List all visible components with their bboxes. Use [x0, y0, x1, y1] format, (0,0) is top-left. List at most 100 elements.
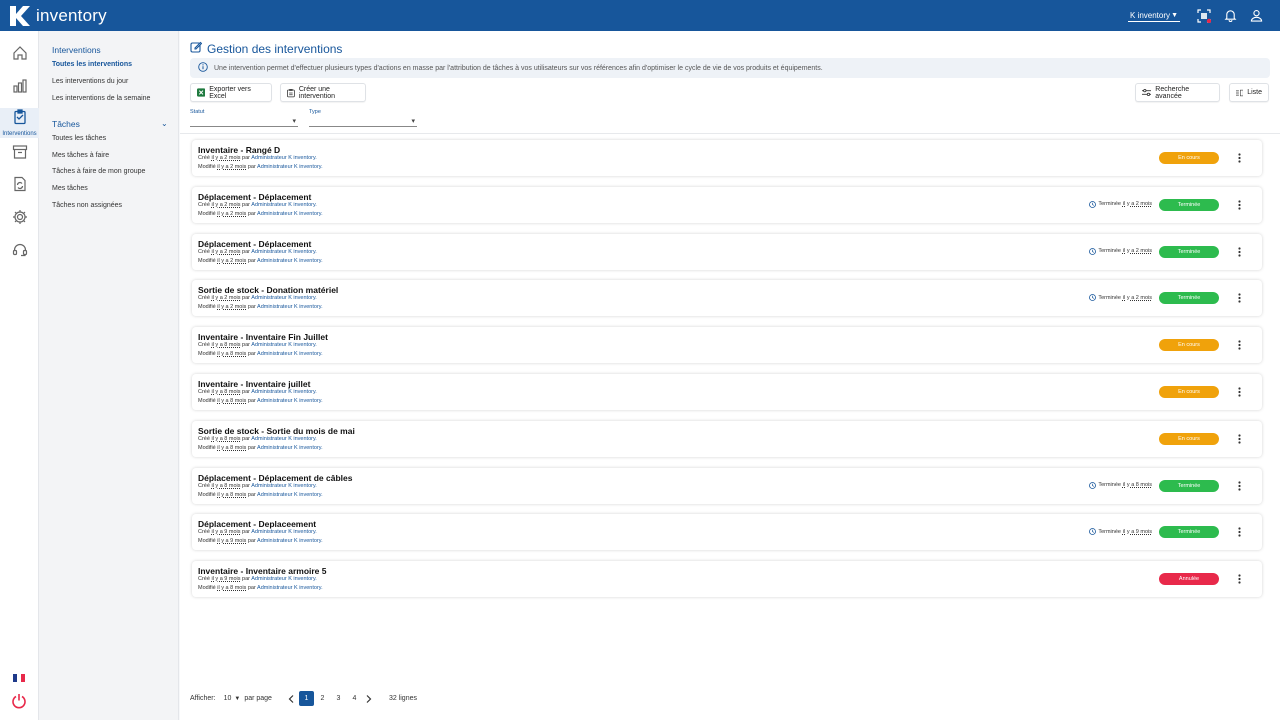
created-by-link[interactable]: Administrateur K inventory.	[251, 342, 317, 348]
subnav-link-today[interactable]: Les interventions du jour	[52, 78, 128, 85]
subnav-link-my-todo[interactable]: Mes tâches à faire	[52, 152, 109, 159]
modified-by-link[interactable]: Administrateur K inventory.	[257, 211, 323, 217]
intervention-title[interactable]: Déplacement - Deplaceement	[198, 519, 316, 529]
page-button-4[interactable]: 4	[347, 691, 362, 706]
intervention-title[interactable]: Sortie de stock - Donation matériel	[198, 285, 338, 295]
more-vertical-icon[interactable]	[1232, 245, 1246, 259]
status-filter[interactable]: Statut ▾	[190, 109, 298, 127]
type-filter[interactable]: Type ▾	[309, 109, 417, 127]
more-vertical-icon[interactable]	[1232, 291, 1246, 305]
rail-home[interactable]	[0, 45, 39, 65]
subnav-link-all-interventions[interactable]: Toutes les interventions	[52, 61, 132, 68]
intervention-title[interactable]: Inventaire - Inventaire armoire 5	[198, 566, 327, 576]
list-view-button[interactable]: Liste	[1229, 83, 1269, 102]
create-intervention-button[interactable]: Créer une intervention	[280, 83, 366, 102]
list-view-label: Liste	[1247, 89, 1262, 96]
more-vertical-icon[interactable]	[1232, 151, 1246, 165]
rail-statistics[interactable]	[0, 78, 39, 98]
rail-sync[interactable]	[0, 176, 39, 196]
created-by-link[interactable]: Administrateur K inventory.	[251, 576, 317, 582]
modified-by-link[interactable]: Administrateur K inventory.	[257, 445, 323, 451]
created-by-link[interactable]: Administrateur K inventory.	[251, 202, 317, 208]
bell-icon[interactable]	[1220, 6, 1240, 26]
rail-interventions[interactable]: Interventions	[0, 108, 39, 138]
more-vertical-icon[interactable]	[1232, 572, 1246, 586]
intervention-row[interactable]: Inventaire - Rangé D Créé il y a 2 mois …	[192, 140, 1262, 176]
scan-icon[interactable]	[1194, 6, 1214, 26]
modified-by-link[interactable]: Administrateur K inventory.	[257, 351, 323, 357]
instance-select[interactable]: K inventory ▼	[1128, 10, 1180, 22]
modified-by-link[interactable]: Administrateur K inventory.	[257, 492, 323, 498]
subnav-link-group-todo[interactable]: Tâches à faire de mon groupe	[52, 168, 145, 175]
modified-by-link[interactable]: Administrateur K inventory.	[257, 538, 323, 544]
modified-by-link[interactable]: Administrateur K inventory.	[257, 398, 323, 404]
created-by-link[interactable]: Administrateur K inventory.	[251, 436, 317, 442]
modified-by-link[interactable]: Administrateur K inventory.	[257, 304, 323, 310]
created-by-link[interactable]: Administrateur K inventory.	[251, 249, 317, 255]
intervention-title[interactable]: Déplacement - Déplacement de câbles	[198, 473, 352, 483]
more-vertical-icon[interactable]	[1232, 479, 1246, 493]
prev-page-button[interactable]	[284, 691, 299, 706]
more-vertical-icon[interactable]	[1232, 525, 1246, 539]
intervention-title[interactable]: Déplacement - Déplacement	[198, 192, 311, 202]
modified-info: Modifié il y a 2 mois par Administrateur…	[198, 257, 323, 264]
type-filter-field[interactable]: ▾	[309, 115, 417, 127]
modified-by-link[interactable]: Administrateur K inventory.	[257, 164, 323, 170]
rail-archive[interactable]	[0, 144, 39, 164]
created-by-link[interactable]: Administrateur K inventory.	[251, 295, 317, 301]
intervention-row[interactable]: Déplacement - Déplacement Créé il y a 2 …	[192, 186, 1262, 223]
created-by-link[interactable]: Administrateur K inventory.	[251, 389, 317, 395]
user-icon[interactable]	[1246, 6, 1266, 26]
more-vertical-icon[interactable]	[1232, 385, 1246, 399]
created-by-link[interactable]: Administrateur K inventory.	[251, 529, 317, 535]
next-page-button[interactable]	[362, 691, 377, 706]
subnav-heading-interventions[interactable]: Interventions	[52, 45, 101, 55]
intervention-row[interactable]: Déplacement - Déplacement Créé il y a 2 …	[192, 233, 1262, 270]
advanced-search-button[interactable]: Recherche avancée	[1135, 83, 1220, 102]
pagination: Afficher: 10 ▼ par page 1234 32 lignes	[190, 691, 417, 706]
intervention-row[interactable]: Inventaire - Inventaire armoire 5 Créé i…	[192, 561, 1262, 598]
rail-settings[interactable]	[0, 209, 39, 229]
page-button-1[interactable]: 1	[298, 691, 314, 706]
intervention-title[interactable]: Inventaire - Inventaire juillet	[198, 379, 310, 389]
subnav-link-all-tasks[interactable]: Toutes les tâches	[52, 135, 106, 142]
french-flag-icon[interactable]	[13, 674, 25, 682]
subnav-heading-taches[interactable]: Tâches	[52, 119, 80, 129]
intervention-row[interactable]: Sortie de stock - Sortie du mois de mai …	[192, 420, 1262, 457]
modified-by-link[interactable]: Administrateur K inventory.	[257, 585, 323, 591]
more-vertical-icon[interactable]	[1232, 338, 1246, 352]
modified-info: Modifié il y a 9 mois par Administrateur…	[198, 538, 323, 545]
rail-support[interactable]	[0, 242, 39, 262]
completed-date: il y a 8 mois	[1122, 482, 1152, 489]
brand-logo[interactable]: inventory	[6, 4, 107, 28]
subnav-link-my-tasks[interactable]: Mes tâches	[52, 185, 88, 192]
archive-icon	[12, 144, 28, 165]
subnav-link-unassigned[interactable]: Tâches non assignées	[52, 202, 122, 209]
intervention-title[interactable]: Déplacement - Déplacement	[198, 239, 311, 249]
total-count: 32 lignes	[388, 695, 417, 702]
subnav-link-week[interactable]: Les interventions de la semaine	[52, 95, 150, 102]
created-info: Créé il y a 8 mois par Administrateur K …	[198, 342, 317, 349]
intervention-row[interactable]: Déplacement - Déplacement de câbles Créé…	[192, 467, 1262, 504]
page-button-3[interactable]: 3	[331, 691, 346, 706]
intervention-title[interactable]: Inventaire - Rangé D	[198, 145, 280, 155]
status-filter-field[interactable]: ▾	[190, 115, 298, 127]
more-vertical-icon[interactable]	[1232, 432, 1246, 446]
intervention-row[interactable]: Sortie de stock - Donation matériel Créé…	[192, 280, 1262, 317]
export-excel-button[interactable]: Exporter vers Excel	[190, 83, 272, 102]
page-button-2[interactable]: 2	[315, 691, 330, 706]
created-by-link[interactable]: Administrateur K inventory.	[251, 483, 317, 489]
created-by-link[interactable]: Administrateur K inventory.	[251, 155, 317, 161]
chevron-down-icon[interactable]: ⌄	[161, 119, 168, 128]
modified-date: il y a 8 mois	[217, 351, 247, 358]
modified-date: il y a 8 mois	[217, 444, 247, 451]
intervention-row[interactable]: Inventaire - Inventaire juillet Créé il …	[192, 374, 1262, 410]
modified-by-link[interactable]: Administrateur K inventory.	[257, 258, 323, 264]
intervention-title[interactable]: Sortie de stock - Sortie du mois de mai	[198, 426, 355, 436]
page-size-select[interactable]: 10 ▼	[224, 695, 241, 702]
power-icon[interactable]	[11, 693, 27, 714]
intervention-title[interactable]: Inventaire - Inventaire Fin Juillet	[198, 332, 328, 342]
intervention-row[interactable]: Inventaire - Inventaire Fin Juillet Créé…	[192, 327, 1262, 364]
more-vertical-icon[interactable]	[1232, 198, 1246, 212]
intervention-row[interactable]: Déplacement - Deplaceement Créé il y a 9…	[192, 514, 1262, 551]
